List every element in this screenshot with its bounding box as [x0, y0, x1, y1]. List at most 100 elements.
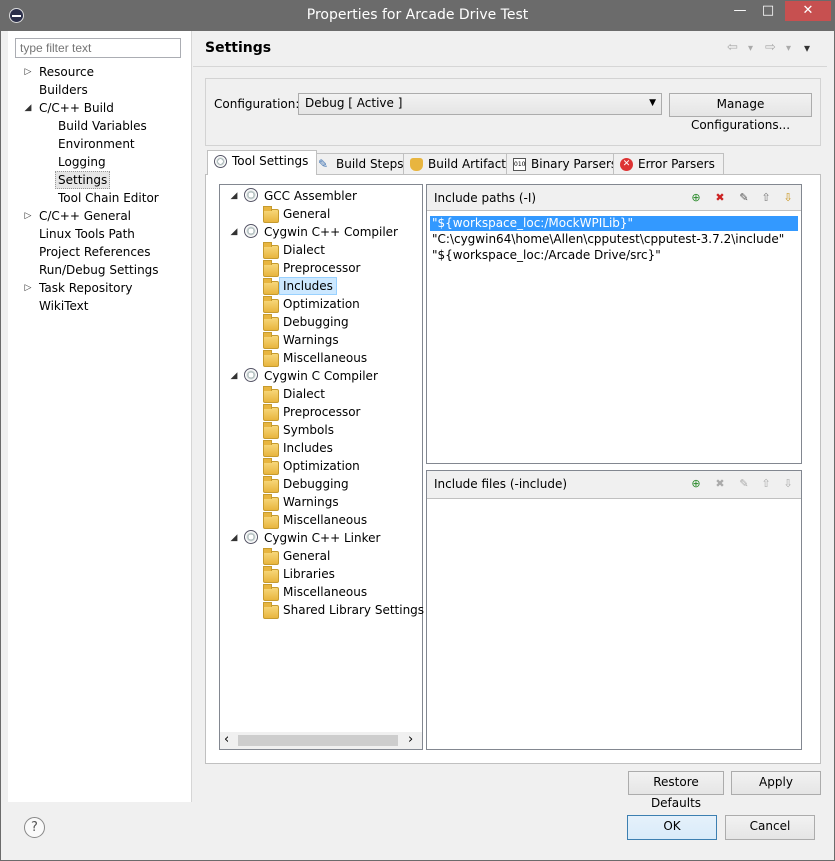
manage-configurations-button[interactable]: Manage Configurations...: [669, 93, 812, 132]
cancel-button[interactable]: Cancel: [725, 815, 815, 840]
nav-item-logging[interactable]: Logging: [58, 153, 106, 171]
edit-path-icon[interactable]: ✎: [737, 190, 751, 206]
tree-item-warnings[interactable]: Warnings: [283, 331, 339, 349]
expand-resource-icon[interactable]: ▷: [23, 67, 33, 77]
nav-item-resource[interactable]: Resource: [39, 63, 94, 81]
include-path-row[interactable]: "C:\cygwin64\home\Allen\cpputest\cpputes…: [430, 232, 798, 247]
move-down-icon[interactable]: ⇩: [781, 476, 795, 492]
scroll-right-icon[interactable]: ›: [408, 732, 413, 747]
tree-item-optimization[interactable]: Optimization: [283, 457, 360, 475]
tab-label: Build Artifact: [428, 157, 506, 171]
tree-item-preprocessor[interactable]: Preprocessor: [283, 259, 360, 277]
tree-item-shared-library-settings[interactable]: Shared Library Settings: [283, 601, 424, 619]
build-steps-icon: ✎: [318, 157, 329, 171]
add-file-icon[interactable]: ⊕: [689, 476, 703, 492]
collapse-icon[interactable]: ◢: [229, 371, 239, 381]
nav-item-settings[interactable]: Settings: [55, 171, 111, 189]
configuration-value: Debug [ Active ]: [305, 96, 403, 110]
tab-error-parsers[interactable]: ✕ Error Parsers: [613, 153, 724, 174]
delete-file-icon[interactable]: ✖: [713, 476, 727, 492]
folder-icon: [263, 548, 279, 565]
tree-item-debugging[interactable]: Debugging: [283, 313, 349, 331]
help-icon[interactable]: ?: [24, 817, 45, 838]
folder-icon: [263, 512, 279, 529]
tree-item-cygwin-c-compiler[interactable]: Cygwin C Compiler: [264, 367, 378, 385]
include-path-row[interactable]: "${workspace_loc:/MockWPILib}": [430, 216, 798, 231]
tab-binary-parsers[interactable]: 010 Binary Parsers: [506, 153, 627, 174]
tab-tool-settings[interactable]: Tool Settings: [207, 150, 318, 175]
include-paths-header: Include paths (-I) ⊕ ✖ ✎ ⇧ ⇩: [427, 185, 801, 211]
tree-item-miscellaneous[interactable]: Miscellaneous: [283, 349, 367, 367]
close-window-button[interactable]: ✕: [785, 1, 831, 21]
nav-item-cpp-build[interactable]: C/C++ Build: [39, 99, 114, 117]
expand-task-repository-icon[interactable]: ▷: [23, 283, 33, 293]
nav-item-run-debug-settings[interactable]: Run/Debug Settings: [39, 261, 159, 279]
collapse-icon[interactable]: ◢: [229, 533, 239, 543]
collapse-cpp-build-icon[interactable]: ◢: [23, 103, 33, 113]
forward-arrow-icon[interactable]: ⇨: [765, 40, 776, 55]
tree-item-miscellaneous[interactable]: Miscellaneous: [283, 583, 367, 601]
forward-history-dropdown-icon[interactable]: ▾: [786, 43, 791, 54]
include-path-row[interactable]: "${workspace_loc:/Arcade Drive/src}": [430, 248, 798, 263]
delete-path-icon[interactable]: ✖: [713, 190, 727, 206]
minimize-button[interactable]: —: [726, 1, 754, 21]
tree-item-cygwin-cpp-compiler[interactable]: Cygwin C++ Compiler: [264, 223, 398, 241]
collapse-icon[interactable]: ◢: [229, 227, 239, 237]
maximize-button[interactable]: □: [754, 1, 782, 21]
collapse-icon[interactable]: ◢: [229, 191, 239, 201]
move-down-icon[interactable]: ⇩: [781, 190, 795, 206]
folder-icon: [263, 566, 279, 583]
tree-item-includes[interactable]: Includes: [283, 439, 333, 457]
tree-horizontal-scrollbar[interactable]: ‹ ›: [220, 732, 422, 749]
tree-item-gcc-assembler[interactable]: GCC Assembler: [264, 187, 357, 205]
tree-item-preprocessor[interactable]: Preprocessor: [283, 403, 360, 421]
add-path-icon[interactable]: ⊕: [689, 190, 703, 206]
tab-label: Binary Parsers: [531, 157, 618, 171]
tab-build-steps[interactable]: ✎ Build Steps: [311, 153, 413, 174]
tree-item-warnings[interactable]: Warnings: [283, 493, 339, 511]
nav-item-cpp-general[interactable]: C/C++ General: [39, 207, 131, 225]
tree-item-symbols[interactable]: Symbols: [283, 421, 334, 439]
tool-icon: [244, 188, 258, 202]
configuration-select[interactable]: Debug [ Active ] ▼: [298, 93, 662, 115]
back-history-dropdown-icon[interactable]: ▾: [748, 43, 753, 54]
nav-item-linux-tools-path[interactable]: Linux Tools Path: [39, 225, 135, 243]
nav-item-wikitext[interactable]: WikiText: [39, 297, 89, 315]
tree-item-includes-selected[interactable]: Includes: [279, 277, 337, 295]
tree-item-dialect[interactable]: Dialect: [283, 385, 325, 403]
apply-button[interactable]: Apply: [731, 771, 821, 795]
nav-item-build-variables[interactable]: Build Variables: [58, 117, 147, 135]
edit-file-icon[interactable]: ✎: [737, 476, 751, 492]
tree-item-dialect[interactable]: Dialect: [283, 241, 325, 259]
tree-item-general[interactable]: General: [283, 547, 330, 565]
folder-icon: [263, 458, 279, 475]
nav-item-tool-chain-editor[interactable]: Tool Chain Editor: [58, 189, 159, 207]
tool-icon: [244, 530, 258, 544]
configuration-label: Configuration:: [214, 97, 300, 111]
filter-input[interactable]: [15, 38, 181, 58]
folder-icon: [263, 476, 279, 493]
back-arrow-icon[interactable]: ⇦: [727, 40, 738, 55]
tree-item-miscellaneous[interactable]: Miscellaneous: [283, 511, 367, 529]
expand-cpp-general-icon[interactable]: ▷: [23, 211, 33, 221]
tree-item-cygwin-cpp-linker[interactable]: Cygwin C++ Linker: [264, 529, 380, 547]
restore-defaults-button[interactable]: Restore Defaults: [628, 771, 724, 810]
tree-item-libraries[interactable]: Libraries: [283, 565, 335, 583]
tab-build-artifact[interactable]: Build Artifact: [403, 153, 515, 174]
scroll-left-icon[interactable]: ‹: [224, 732, 229, 747]
tree-item-general[interactable]: General: [283, 205, 330, 223]
nav-item-project-references[interactable]: Project References: [39, 243, 151, 261]
tab-label: Error Parsers: [638, 157, 715, 171]
scrollbar-thumb[interactable]: [238, 735, 398, 746]
nav-item-task-repository[interactable]: Task Repository: [39, 279, 133, 297]
ok-button[interactable]: OK: [627, 815, 717, 840]
tree-item-optimization[interactable]: Optimization: [283, 295, 360, 313]
tree-item-debugging[interactable]: Debugging: [283, 475, 349, 493]
view-menu-icon[interactable]: ▾: [804, 41, 810, 55]
nav-item-environment[interactable]: Environment: [58, 135, 135, 153]
move-up-icon[interactable]: ⇧: [759, 190, 773, 206]
nav-item-builders[interactable]: Builders: [39, 81, 88, 99]
move-up-icon[interactable]: ⇧: [759, 476, 773, 492]
folder-icon: [263, 296, 279, 313]
folder-icon: [263, 242, 279, 259]
